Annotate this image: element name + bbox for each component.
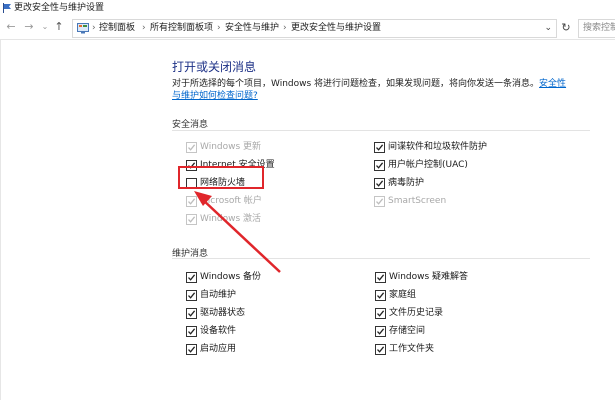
checkbox-checked[interactable] — [186, 308, 197, 319]
checkbox-label: 存储空间 — [389, 326, 426, 336]
search-input[interactable]: 搜索控制面板 — [578, 19, 615, 38]
arrow-up-icon[interactable]: ↑ — [52, 20, 66, 34]
breadcrumb-control-panel[interactable]: 控制面板 — [99, 20, 135, 37]
page-description: 对于所选择的每个项目，Windows 将进行问题检查，如果发现问题，将向你发送一… — [172, 78, 567, 102]
left-border — [0, 40, 1, 400]
checkbox-label: Windows 疑难解答 — [389, 272, 469, 282]
chevron-down-icon[interactable]: ⌄ — [38, 20, 52, 34]
breadcrumb-separator: › — [217, 23, 221, 33]
security-divider — [172, 130, 590, 131]
checkbox-checked[interactable] — [375, 272, 386, 283]
checkbox-label: SmartScreen — [388, 196, 447, 206]
description-text: 对于所选择的每个项目，Windows 将进行问题检查，如果发现问题，将向你发送一… — [172, 79, 540, 89]
checkbox-checked[interactable] — [186, 290, 197, 301]
checkbox-label: 文件历史记录 — [389, 308, 444, 318]
checkbox-label: 设备软件 — [200, 326, 237, 336]
highlight-box — [178, 166, 264, 189]
chevron-down-icon[interactable]: ⌄ — [544, 20, 552, 37]
checkbox-label: 驱动器状态 — [200, 308, 246, 318]
breadcrumb-separator: › — [142, 23, 146, 33]
checkbox-checked[interactable] — [375, 290, 386, 301]
checkbox-label: 自动维护 — [200, 290, 237, 300]
annotation-arrow — [194, 191, 281, 273]
checkbox-checked[interactable] — [375, 344, 386, 355]
checkbox-checked — [374, 196, 385, 207]
checkbox-checked[interactable] — [186, 272, 197, 283]
checkbox-checked — [186, 196, 197, 207]
checkbox-checked[interactable] — [374, 142, 385, 153]
refresh-icon[interactable]: ↻ — [560, 19, 572, 36]
checkbox-checked[interactable] — [186, 344, 197, 355]
breadcrumb-separator: › — [92, 23, 96, 33]
checkbox-checked[interactable] — [375, 308, 386, 319]
checkbox-label: 启动应用 — [200, 344, 237, 354]
checkbox-label: 用户帐户控制(UAC) — [388, 160, 468, 170]
address-bar[interactable]: › 控制面板 › 所有控制面板项 › 安全性与维护 › 更改安全性与维护设置 ⌄ — [72, 19, 557, 38]
security-section-label: 安全消息 — [172, 120, 209, 130]
checkbox-label: Microsoft 帐户 — [200, 196, 262, 206]
arrow-right-icon[interactable]: → — [22, 20, 36, 34]
checkbox-checked[interactable] — [375, 326, 386, 337]
checkbox-label: Windows 更新 — [200, 142, 262, 152]
checkbox-checked — [186, 142, 197, 153]
checkbox-checked[interactable] — [374, 160, 385, 171]
checkbox-label: Windows 激活 — [200, 214, 262, 224]
breadcrumb-separator: › — [283, 23, 287, 33]
checkbox-checked[interactable] — [186, 326, 197, 337]
breadcrumb-all-items[interactable]: 所有控制面板项 — [150, 20, 213, 37]
maintenance-divider — [172, 258, 590, 259]
checkbox-label: 病毒防护 — [388, 178, 425, 188]
flag-icon — [3, 3, 11, 13]
control-panel-icon — [77, 23, 89, 34]
checkbox-label: Windows 备份 — [200, 272, 262, 282]
arrow-left-icon[interactable]: ← — [4, 20, 18, 34]
title-bar: 更改安全性与维护设置 — [0, 0, 615, 16]
window-title: 更改安全性与维护设置 — [14, 3, 105, 13]
checkbox-checked[interactable] — [374, 178, 385, 189]
breadcrumb-security-maintenance[interactable]: 安全性与维护 — [225, 20, 279, 37]
checkbox-checked — [186, 214, 197, 225]
checkbox-label: 家庭组 — [389, 290, 417, 300]
page-title: 打开或关闭消息 — [172, 60, 257, 74]
checkbox-label: 工作文件夹 — [389, 344, 435, 354]
checkbox-label: 间谍软件和垃圾软件防护 — [388, 142, 488, 152]
breadcrumb-change-settings[interactable]: 更改安全性与维护设置 — [291, 20, 381, 37]
navigation-bar: ← → ⌄ ↑ › 控制面板 › 所有控制面板项 › 安全性与维护 › 更改安全… — [0, 17, 615, 40]
